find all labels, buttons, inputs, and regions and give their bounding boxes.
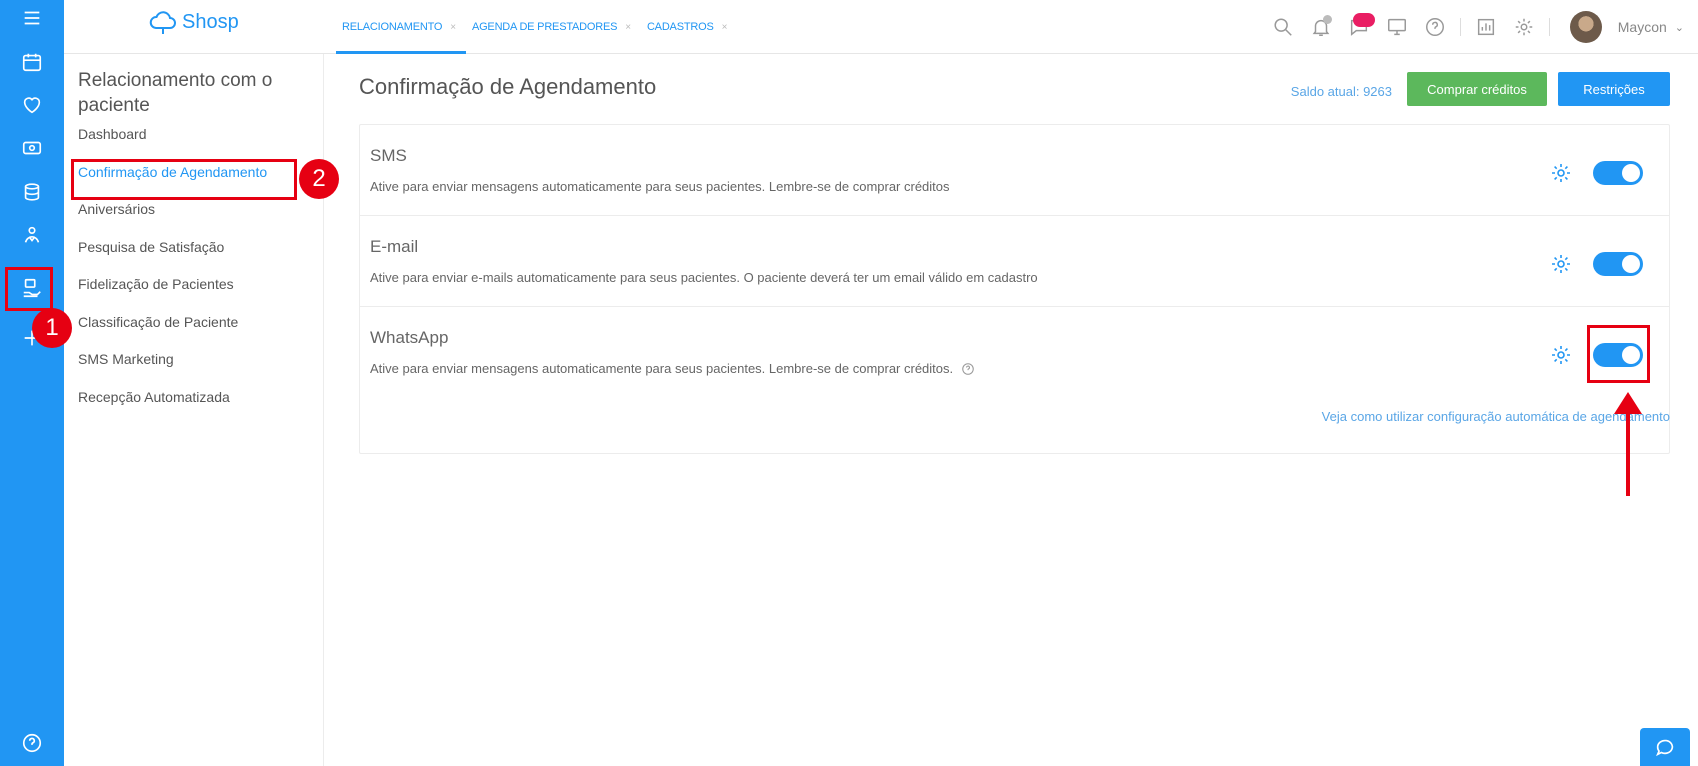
subnav-item-dashboard[interactable]: Dashboard (78, 126, 147, 142)
doctor-icon[interactable] (16, 219, 48, 251)
main-content: Confirmação de Agendamento Saldo atual: … (325, 54, 1698, 766)
channel-title: WhatsApp (370, 328, 449, 347)
menu-icon[interactable] (16, 2, 48, 34)
message-badge (1352, 13, 1375, 27)
channel-description: Ative para enviar mensagens automaticame… (370, 361, 975, 376)
tab-cadastros[interactable]: CADASTROS × (641, 0, 737, 54)
gear-icon[interactable] (1549, 161, 1573, 185)
left-rail (0, 0, 64, 766)
channel-row-email: E-mail Ative para enviar e-mails automat… (360, 216, 1669, 307)
help-icon[interactable] (16, 727, 48, 759)
email-toggle[interactable] (1593, 252, 1643, 276)
tab-label: RELACIONAMENTO (342, 21, 443, 33)
subnav-item-fidelizacao[interactable]: Fidelização de Pacientes (78, 276, 234, 292)
help-icon[interactable] (1416, 8, 1454, 46)
heart-icon[interactable] (16, 89, 48, 121)
logo[interactable]: Shosp (148, 8, 239, 36)
chat-icon[interactable] (1340, 8, 1378, 46)
divider (1548, 18, 1550, 36)
subnav-item-sms-marketing[interactable]: SMS Marketing (78, 351, 174, 367)
restrictions-button[interactable]: Restrições (1558, 72, 1670, 106)
annotation-number-2: 2 (299, 159, 339, 199)
credit-balance: Saldo atual: 9263 (1290, 84, 1392, 99)
subnav-item-pesquisa[interactable]: Pesquisa de Satisfação (78, 239, 224, 255)
tab-close-icon[interactable]: × (722, 22, 728, 33)
sms-toggle[interactable] (1593, 161, 1643, 185)
annotation-number-1: 1 (32, 308, 72, 348)
toggle-knob (1622, 255, 1640, 273)
report-icon[interactable] (1467, 8, 1505, 46)
channel-title: SMS (370, 146, 407, 165)
divider (1459, 18, 1461, 36)
chevron-down-icon[interactable]: ⌄ (1675, 21, 1684, 34)
top-bar: Shosp RELACIONAMENTO × AGENDA DE PRESTAD… (64, 0, 1698, 54)
chat-button[interactable] (1640, 728, 1690, 766)
notification-badge (1322, 15, 1332, 24)
channel-description-text: Ative para enviar e-mails automaticament… (370, 270, 1038, 285)
tab-relacionamento[interactable]: RELACIONAMENTO × (336, 0, 466, 54)
channel-row-whatsapp: WhatsApp Ative para enviar mensagens aut… (360, 307, 1669, 398)
cloud-logo-icon (149, 11, 176, 34)
monitor-icon[interactable] (1378, 8, 1416, 46)
channel-title: E-mail (370, 237, 419, 256)
channels-card: SMS Ative para enviar mensagens automati… (359, 124, 1670, 454)
toggle-knob (1622, 164, 1640, 182)
help-icon[interactable] (961, 362, 975, 376)
gear-icon[interactable] (1505, 8, 1543, 46)
module-tabs: RELACIONAMENTO × AGENDA DE PRESTADORES ×… (336, 0, 737, 54)
channel-description-text: Ative para enviar mensagens automaticame… (370, 361, 954, 376)
avatar[interactable] (1569, 11, 1602, 43)
subnav-item-classificacao[interactable]: Classificação de Paciente (78, 314, 238, 330)
annotation-arrow-icon (1614, 392, 1642, 496)
channel-row-sms: SMS Ative para enviar mensagens automati… (360, 125, 1669, 216)
calendar-icon[interactable] (16, 46, 48, 78)
gear-icon[interactable] (1549, 252, 1573, 276)
tab-close-icon[interactable]: × (625, 22, 631, 33)
subnav-item-aniversarios[interactable]: Aniversários (78, 201, 155, 217)
database-icon[interactable] (16, 176, 48, 208)
user-name[interactable]: Maycon (1618, 19, 1667, 35)
search-icon[interactable] (1264, 8, 1302, 46)
tab-label: CADASTROS (646, 21, 714, 33)
tab-close-icon[interactable]: × (450, 22, 456, 33)
channel-description-text: Ative para enviar mensagens automaticame… (370, 179, 950, 194)
chat-bubble-icon (1656, 739, 1674, 757)
section-title: Relacionamento com o paciente (78, 70, 273, 116)
annotation-box-step1 (5, 267, 53, 311)
channel-description: Ative para enviar e-mails automaticament… (370, 270, 1038, 285)
subnav-item-recepcao[interactable]: Recepção Automatizada (78, 389, 230, 405)
channel-description: Ative para enviar mensagens automaticame… (370, 179, 950, 194)
top-actions: Maycon ⌄ (1264, 0, 1698, 54)
money-icon[interactable] (16, 132, 48, 164)
buy-credits-button[interactable]: Comprar créditos (1407, 72, 1547, 106)
logo-text: Shosp (182, 10, 239, 33)
annotation-box-toggle (1587, 325, 1650, 383)
annotation-box-step2 (71, 159, 297, 200)
gear-icon[interactable] (1549, 343, 1573, 367)
tab-label: AGENDA DE PRESTADORES (471, 21, 618, 33)
page-title: Confirmação de Agendamento (359, 74, 657, 99)
tab-agenda-de-prestadores[interactable]: AGENDA DE PRESTADORES × (466, 0, 641, 54)
bell-icon[interactable] (1302, 8, 1340, 46)
